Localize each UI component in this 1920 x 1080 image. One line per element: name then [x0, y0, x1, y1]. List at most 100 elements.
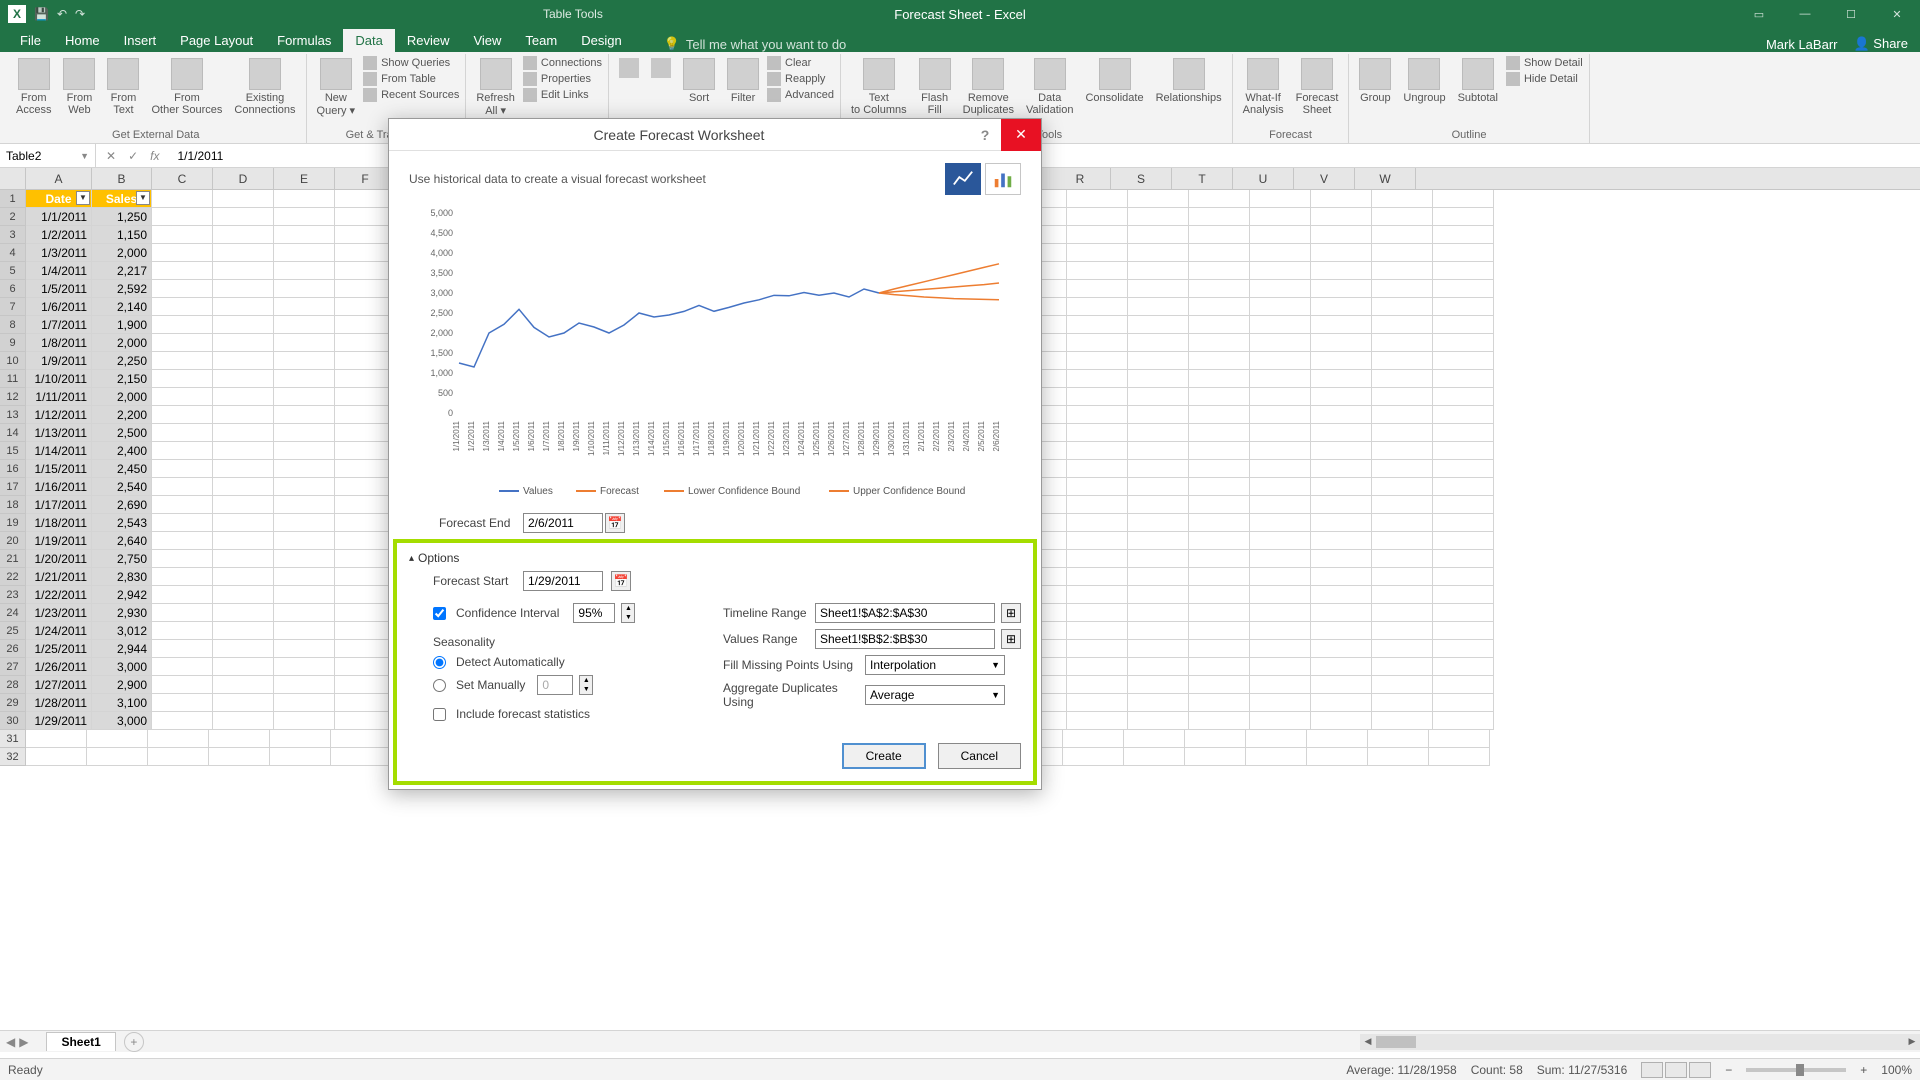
minimize-icon[interactable]: —: [1782, 0, 1828, 28]
table-cell[interactable]: 1/16/2011: [26, 478, 92, 496]
table-cell[interactable]: 1/28/2011: [26, 694, 92, 712]
redo-icon[interactable]: ↷: [75, 7, 85, 21]
column-header[interactable]: T: [1172, 168, 1233, 189]
ribbon-new-query[interactable]: NewQuery ▾: [313, 56, 360, 119]
table-cell[interactable]: 1/25/2011: [26, 640, 92, 658]
add-sheet-button[interactable]: +: [124, 1032, 144, 1052]
confidence-interval-input[interactable]: [573, 603, 615, 623]
column-header[interactable]: F: [335, 168, 396, 189]
bar-chart-type-button[interactable]: [985, 163, 1021, 195]
ribbon-remove-duplicates[interactable]: RemoveDuplicates: [959, 56, 1018, 118]
timeline-range-input[interactable]: [815, 603, 995, 623]
save-icon[interactable]: 💾: [34, 7, 49, 21]
table-cell[interactable]: 1,250: [92, 208, 152, 226]
column-header[interactable]: U: [1233, 168, 1294, 189]
table-cell[interactable]: 2,000: [92, 334, 152, 352]
range-picker-icon[interactable]: ⊞: [1001, 603, 1021, 623]
table-cell[interactable]: 2,944: [92, 640, 152, 658]
column-header[interactable]: D: [213, 168, 274, 189]
table-cell[interactable]: 3,012: [92, 622, 152, 640]
ribbon-from-access[interactable]: FromAccess: [12, 56, 55, 118]
table-cell[interactable]: 1/12/2011: [26, 406, 92, 424]
column-header[interactable]: V: [1294, 168, 1355, 189]
ribbon-group[interactable]: Group: [1355, 56, 1395, 106]
ribbon-reapply[interactable]: Reapply: [767, 72, 834, 86]
tab-home[interactable]: Home: [53, 29, 112, 52]
include-stats-checkbox[interactable]: [433, 708, 446, 721]
date-picker-icon[interactable]: 📅: [605, 513, 625, 533]
ribbon-from-table[interactable]: From Table: [363, 72, 459, 86]
page-layout-view-icon[interactable]: [1665, 1062, 1687, 1078]
aggregate-select[interactable]: Average▼: [865, 685, 1005, 705]
column-header[interactable]: S: [1111, 168, 1172, 189]
table-cell[interactable]: 1/3/2011: [26, 244, 92, 262]
tab-file[interactable]: File: [8, 29, 53, 52]
column-header[interactable]: B: [92, 168, 152, 189]
table-cell[interactable]: 1/20/2011: [26, 550, 92, 568]
table-cell[interactable]: 1/1/2011: [26, 208, 92, 226]
table-cell[interactable]: 2,400: [92, 442, 152, 460]
table-cell[interactable]: 1/17/2011: [26, 496, 92, 514]
create-button[interactable]: Create: [842, 743, 926, 769]
ribbon-what-if-analysis[interactable]: What-IfAnalysis: [1239, 56, 1288, 118]
table-cell[interactable]: 2,830: [92, 568, 152, 586]
ribbon-forecast-sheet[interactable]: ForecastSheet: [1292, 56, 1343, 118]
table-cell[interactable]: 2,930: [92, 604, 152, 622]
ribbon-ungroup[interactable]: Ungroup: [1399, 56, 1449, 106]
table-cell[interactable]: 2,500: [92, 424, 152, 442]
table-cell[interactable]: 1/26/2011: [26, 658, 92, 676]
ribbon-hide-detail[interactable]: Hide Detail: [1506, 72, 1583, 86]
ribbon-from-other-sources[interactable]: FromOther Sources: [147, 56, 226, 118]
range-picker-icon[interactable]: ⊞: [1001, 629, 1021, 649]
help-icon[interactable]: ?: [969, 127, 1001, 143]
sheet-nav-prev-icon[interactable]: ◀: [6, 1035, 15, 1049]
horizontal-scrollbar[interactable]: ◀▶: [1360, 1034, 1920, 1050]
ribbon-consolidate[interactable]: Consolidate: [1081, 56, 1147, 106]
normal-view-icon[interactable]: [1641, 1062, 1663, 1078]
page-break-view-icon[interactable]: [1689, 1062, 1711, 1078]
ribbon-refresh-all[interactable]: RefreshAll ▾: [472, 56, 519, 119]
ribbon-from-text[interactable]: FromText: [103, 56, 143, 118]
ribbon-connections[interactable]: Connections: [523, 56, 602, 70]
maximize-icon[interactable]: ☐: [1828, 0, 1874, 28]
ribbon-clear[interactable]: Clear: [767, 56, 834, 70]
table-cell[interactable]: 2,900: [92, 676, 152, 694]
select-all-corner[interactable]: [0, 168, 26, 189]
table-cell[interactable]: 1/5/2011: [26, 280, 92, 298]
table-cell[interactable]: 1/18/2011: [26, 514, 92, 532]
set-manually-radio[interactable]: [433, 679, 446, 692]
ribbon-existing-connections[interactable]: ExistingConnections: [230, 56, 299, 118]
table-cell[interactable]: 3,000: [92, 658, 152, 676]
zoom-in-icon[interactable]: +: [1860, 1063, 1867, 1077]
ribbon-properties[interactable]: Properties: [523, 72, 602, 86]
close-dialog-icon[interactable]: ✕: [1001, 119, 1041, 151]
values-range-input[interactable]: [815, 629, 995, 649]
cancel-button[interactable]: Cancel: [938, 743, 1021, 769]
column-header[interactable]: C: [152, 168, 213, 189]
table-cell[interactable]: 2,000: [92, 244, 152, 262]
confidence-interval-checkbox[interactable]: [433, 607, 446, 620]
ribbon-from-web[interactable]: FromWeb: [59, 56, 99, 118]
detect-auto-radio[interactable]: [433, 656, 446, 669]
ribbon-data-validation[interactable]: DataValidation: [1022, 56, 1078, 118]
tab-design[interactable]: Design: [569, 29, 633, 52]
column-header[interactable]: A: [26, 168, 92, 189]
date-picker-icon[interactable]: 📅: [611, 571, 631, 591]
ribbon-show-queries[interactable]: Show Queries: [363, 56, 459, 70]
table-header-date[interactable]: Date▼: [26, 190, 92, 208]
table-cell[interactable]: 1/21/2011: [26, 568, 92, 586]
table-cell[interactable]: 1/10/2011: [26, 370, 92, 388]
column-header[interactable]: W: [1355, 168, 1416, 189]
close-window-icon[interactable]: ✕: [1874, 0, 1920, 28]
undo-icon[interactable]: ↶: [57, 7, 67, 21]
ribbon-edit-links[interactable]: Edit Links: [523, 88, 602, 102]
table-cell[interactable]: 1/27/2011: [26, 676, 92, 694]
table-cell[interactable]: 2,140: [92, 298, 152, 316]
fx-icon[interactable]: fx: [150, 149, 159, 163]
spinner-buttons[interactable]: ▲▼: [621, 603, 635, 623]
table-cell[interactable]: 1/19/2011: [26, 532, 92, 550]
ribbon-recent-sources[interactable]: Recent Sources: [363, 88, 459, 102]
table-cell[interactable]: 1,150: [92, 226, 152, 244]
table-cell[interactable]: 2,690: [92, 496, 152, 514]
table-cell[interactable]: 1/4/2011: [26, 262, 92, 280]
